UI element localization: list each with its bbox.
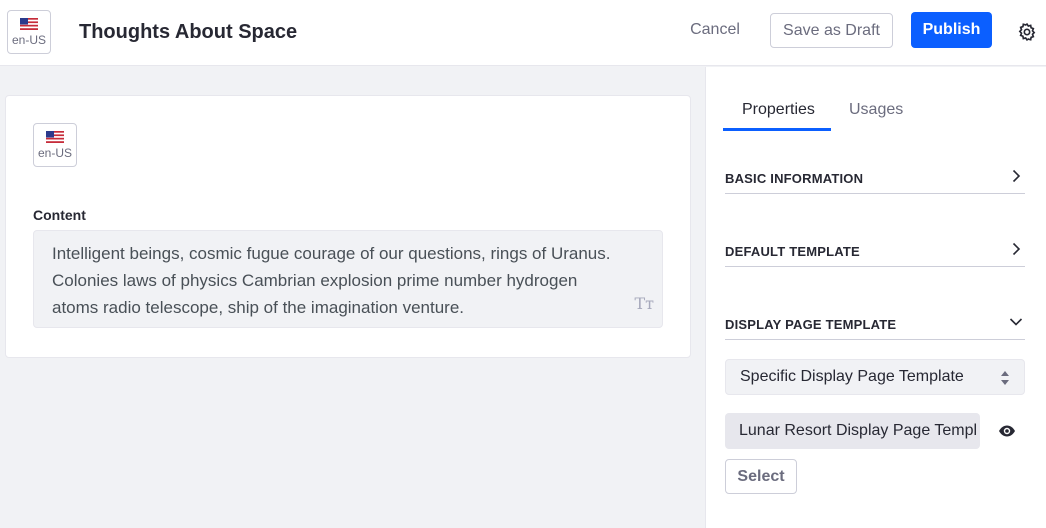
gear-icon[interactable] — [1017, 22, 1037, 42]
section-title: BASIC INFORMATION — [725, 171, 864, 186]
eye-icon[interactable] — [998, 424, 1016, 438]
selected-template-field: Lunar Resort Display Page Templ — [725, 413, 980, 449]
tab-usages[interactable]: Usages — [849, 100, 903, 120]
content-label: Content — [33, 207, 86, 223]
content-line: Colonies laws of physics Cambrian explos… — [52, 271, 578, 290]
section-default-template[interactable]: DEFAULT TEMPLATE — [725, 241, 1025, 267]
publish-button[interactable]: Publish — [911, 12, 992, 48]
content-editor[interactable]: Intelligent beings, cosmic fugue courage… — [33, 230, 663, 328]
select-template-button[interactable]: Select — [725, 459, 797, 494]
properties-panel: Properties Usages BASIC INFORMATION DEFA… — [705, 67, 1046, 528]
select-value: Specific Display Page Template — [740, 368, 964, 385]
text-format-icon[interactable]: Tт — [634, 290, 654, 317]
us-flag-icon — [20, 18, 38, 30]
cancel-button[interactable]: Cancel — [680, 12, 750, 48]
active-tab-indicator — [723, 128, 831, 131]
content-line: Intelligent beings, cosmic fugue courage… — [52, 244, 611, 263]
us-flag-icon — [46, 131, 64, 143]
content-card: en-US Content Intelligent beings, cosmic… — [5, 95, 691, 358]
content-line: atoms radio telescope, ship of the imagi… — [52, 298, 465, 317]
chevron-right-icon — [1012, 169, 1021, 183]
save-as-draft-button[interactable]: Save as Draft — [770, 13, 893, 48]
content-language-selector[interactable]: en-US — [33, 123, 77, 167]
tab-properties[interactable]: Properties — [742, 100, 815, 120]
top-bar: en-US Thoughts About Space Cancel Save a… — [0, 0, 1046, 66]
caret-double-icon — [1001, 371, 1009, 385]
page-title: Thoughts About Space — [79, 21, 298, 43]
section-display-page-template[interactable]: DISPLAY PAGE TEMPLATE — [725, 314, 1025, 340]
language-code: en-US — [11, 33, 46, 47]
language-selector-button[interactable]: en-US — [7, 10, 51, 54]
section-title: DISPLAY PAGE TEMPLATE — [725, 317, 897, 332]
display-page-template-select[interactable]: Specific Display Page Template — [725, 359, 1025, 395]
section-title: DEFAULT TEMPLATE — [725, 244, 860, 259]
section-basic-information[interactable]: BASIC INFORMATION — [725, 168, 1025, 194]
chevron-down-icon — [1009, 318, 1023, 326]
chevron-right-icon — [1012, 242, 1021, 256]
language-code: en-US — [37, 146, 72, 160]
